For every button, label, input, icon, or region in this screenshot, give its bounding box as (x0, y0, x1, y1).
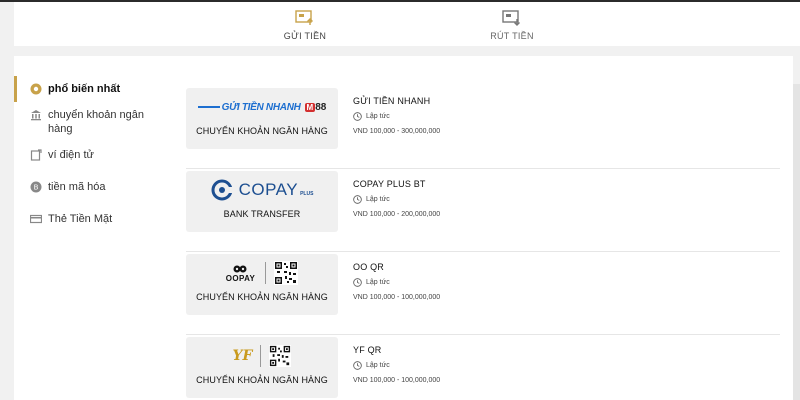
payment-method-card[interactable]: OOPAY CHUYỂN KHOẢN NGÂN HÀNG (186, 254, 338, 315)
logo-text-suffix: 88 (315, 101, 327, 113)
payment-method-card[interactable]: COPAY PLUS BANK TRANSFER (186, 171, 338, 232)
withdraw-icon (502, 10, 520, 26)
list-item: GỬI TIỀN NHANH M 88 CHUYỂN KHOẢN NGÂN HÀ… (186, 86, 780, 169)
sidebar-item-ewallet[interactable]: ví điện tử (14, 142, 174, 168)
qr-code-icon (274, 261, 299, 285)
logo-badge: M (304, 102, 316, 112)
payment-type-label: CHUYỂN KHOẢN NGÂN HÀNG (196, 126, 328, 136)
yf-logo: YF (186, 343, 338, 369)
copay-plus-logo: COPAY PLUS (186, 179, 338, 201)
list-item: COPAY PLUS BANK TRANSFER COPAY PLUS BT L… (186, 169, 780, 252)
payment-method-card[interactable]: YF CHUYỂN KHOẢN NGÂN HÀNG (186, 337, 338, 398)
payment-name: YF QR (353, 345, 382, 355)
bank-icon (31, 110, 41, 121)
tab-deposit-label: GỬI TIỀN (283, 31, 327, 41)
scrollbar[interactable] (793, 84, 800, 400)
payment-method-card[interactable]: GỬI TIỀN NHANH M 88 CHUYỂN KHOẢN NGÂN HÀ… (186, 88, 338, 149)
payment-info: COPAY PLUS BT Lập tức VND 100,000 - 200,… (353, 179, 440, 218)
speed-text: Lập tức (366, 113, 390, 120)
wallet-icon (30, 149, 42, 161)
clock-icon (353, 278, 362, 287)
list-item: YF CHUYỂN KHOẢN NGÂN HÀNG YF QR Lập tức … (186, 335, 780, 400)
processing-speed: Lập tức (353, 195, 440, 204)
sidebar-item-label: phổ biến nhất (48, 83, 121, 95)
payment-name: COPAY PLUS BT (353, 179, 426, 189)
speed-text: Lập tức (366, 196, 390, 203)
tab-withdraw-label: RÚT TIỀN (490, 31, 534, 41)
payment-type-label: CHUYỂN KHOẢN NGÂN HÀNG (196, 292, 328, 302)
sidebar-item-popular[interactable]: phổ biến nhất (14, 76, 174, 102)
payment-panel: phổ biến nhất chuyển khoản ngân hàng ví … (14, 56, 793, 400)
payment-type-label: CHUYỂN KHOẢN NGÂN HÀNG (196, 375, 328, 385)
popular-icon (30, 83, 42, 95)
payment-name: OO QR (353, 262, 385, 272)
processing-speed: Lập tức (353, 361, 440, 370)
payment-method-list: GỬI TIỀN NHANH M 88 CHUYỂN KHOẢN NGÂN HÀ… (186, 86, 780, 400)
logo-text-suffix: PLUS (300, 191, 314, 197)
sidebar-item-label: chuyển khoản ngân hàng (48, 109, 145, 135)
sidebar-item-cash-card[interactable]: Thẻ Tiền Mặt (14, 206, 174, 232)
category-sidebar: phổ biến nhất chuyển khoản ngân hàng ví … (14, 76, 174, 232)
payment-info: OO QR Lập tức VND 100,000 - 100,000,000 (353, 262, 440, 301)
clock-icon (353, 112, 362, 121)
cash-card-icon (30, 214, 42, 224)
deposit-icon (295, 10, 313, 25)
sidebar-item-label: ví điện tử (48, 149, 94, 161)
sidebar-item-bank-transfer[interactable]: chuyển khoản ngân hàng (14, 102, 174, 142)
processing-speed: Lập tức (353, 112, 440, 121)
amount-range: VND 100,000 - 300,000,000 (353, 128, 441, 135)
oopay-logo: OOPAY (186, 260, 338, 286)
qr-code-icon (269, 345, 292, 367)
payment-info: GỬI TIỀN NHANH Lập tức VND 100,000 - 300… (353, 96, 440, 135)
transaction-tabs: GỬI TIỀN RÚT TIỀN (14, 2, 800, 46)
speed-text: Lập tức (366, 362, 390, 369)
copay-logo-mark (211, 179, 235, 201)
payment-name: GỬI TIỀN NHANH (353, 96, 431, 106)
clock-icon (353, 361, 362, 370)
list-item: OOPAY CHUYỂN KHOẢN NGÂN HÀNG OO QR Lập t… (186, 252, 780, 335)
sidebar-item-label: tiền mã hóa (48, 181, 106, 193)
logo-text: GỬI TIỀN NHANH (221, 101, 301, 113)
speed-text: Lập tức (366, 279, 390, 286)
processing-speed: Lập tức (353, 278, 440, 287)
logo-text: COPAY (238, 180, 299, 199)
payment-info: YF QR Lập tức VND 100,000 - 100,000,000 (353, 345, 440, 384)
amount-range: VND 100,000 - 100,000,000 (353, 294, 441, 301)
amount-range: VND 100,000 - 200,000,000 (353, 211, 441, 218)
logo-text: OOPAY (225, 273, 256, 283)
clock-icon (353, 195, 362, 204)
sidebar-item-crypto[interactable]: B tiền mã hóa (14, 174, 174, 200)
payment-type-label: BANK TRANSFER (223, 209, 301, 219)
amount-range: VND 100,000 - 100,000,000 (353, 377, 441, 384)
svg-text:B: B (34, 184, 39, 192)
tab-deposit[interactable]: GỬI TIỀN (265, 10, 345, 41)
oopay-mark-icon (233, 265, 247, 272)
crypto-icon: B (30, 181, 42, 193)
logo-text: YF (232, 348, 253, 364)
tab-withdraw[interactable]: RÚT TIỀN (472, 10, 552, 41)
gui-tien-nhanh-logo: GỬI TIỀN NHANH M 88 (186, 96, 338, 118)
sidebar-item-label: Thẻ Tiền Mặt (48, 213, 113, 225)
